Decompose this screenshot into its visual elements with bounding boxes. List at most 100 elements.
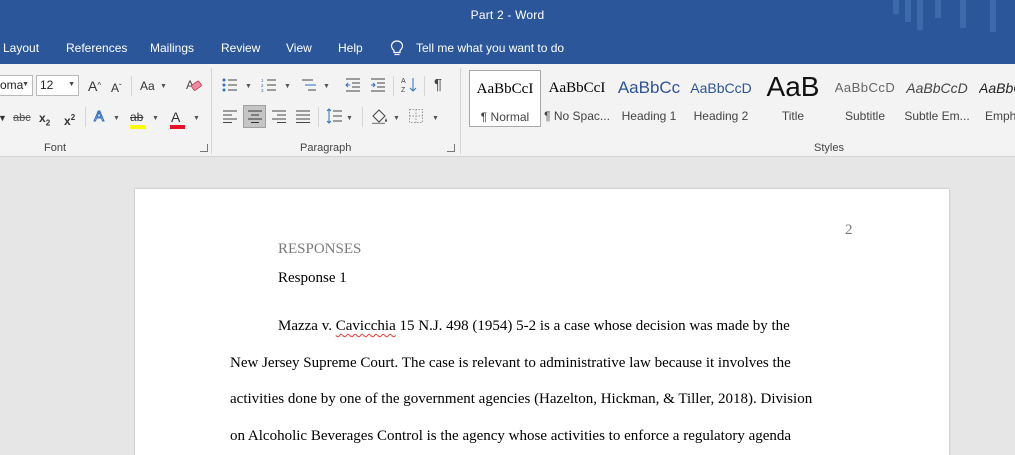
- multilevel-list-icon[interactable]: [301, 78, 317, 92]
- change-case-label: Aa: [140, 79, 155, 93]
- font-dialog-launcher[interactable]: [200, 144, 208, 152]
- chevron-down-icon[interactable]: ▼: [0, 110, 7, 126]
- title-bar: Part 2 - Word: [0, 0, 1015, 32]
- chevron-down-icon[interactable]: ▼: [160, 83, 167, 90]
- chevron-down-icon[interactable]: ▼: [284, 83, 291, 90]
- increase-indent-icon[interactable]: [370, 78, 386, 92]
- style-no-spacing-preview: AaBbCcI: [548, 80, 606, 96]
- paragraph-line: New Jersey Supreme Court. The case is re…: [230, 355, 791, 371]
- font-color-button[interactable]: A: [171, 109, 180, 125]
- document-page[interactable]: 2 RESPONSES Response 1 Mazza v. Cavicchi…: [135, 189, 949, 455]
- style-subtitle[interactable]: AaBbCcD Subtitle: [829, 70, 901, 127]
- style-no-spacing-name: ¶ No Spac...: [544, 109, 610, 123]
- separator: [362, 107, 363, 127]
- subscript-mark: 2: [45, 118, 51, 128]
- style-normal-name: ¶ Normal: [480, 110, 530, 124]
- document-heading: RESPONSES: [278, 241, 362, 257]
- text-effects-button[interactable]: A: [93, 108, 105, 125]
- chevron-down-icon[interactable]: ▼: [68, 81, 75, 88]
- justify-icon[interactable]: [296, 110, 310, 123]
- tab-mailings[interactable]: Mailings: [150, 41, 194, 55]
- style-heading-2-name: Heading 2: [693, 109, 749, 123]
- separator: [393, 76, 394, 96]
- superscript-label: x: [64, 114, 71, 128]
- chevron-down-icon[interactable]: ▼: [152, 115, 159, 122]
- style-title[interactable]: AaB Title: [757, 70, 829, 127]
- svg-text:3: 3: [261, 88, 264, 92]
- font-size-combo[interactable]: 12 ▼: [36, 75, 79, 96]
- subscript-button[interactable]: x2: [39, 110, 50, 131]
- sort-icon[interactable]: A Z: [401, 76, 417, 94]
- style-subtle-emphasis-preview: AaBbCcD: [906, 80, 968, 96]
- font-name-combo[interactable]: oma ▼: [0, 75, 33, 96]
- show-marks-button[interactable]: ¶: [434, 77, 442, 93]
- misspelled-word[interactable]: Cavicchia: [336, 318, 396, 334]
- chevron-down-icon[interactable]: ▼: [245, 83, 252, 90]
- chevron-down-icon[interactable]: ▼: [193, 115, 200, 122]
- tab-review[interactable]: Review: [221, 41, 260, 55]
- style-normal[interactable]: AaBbCcI ¶ Normal: [469, 70, 541, 127]
- strikethrough-button[interactable]: abc: [13, 110, 31, 126]
- style-subtitle-name: Subtitle: [844, 109, 886, 123]
- shading-icon[interactable]: [371, 108, 388, 124]
- align-right-icon[interactable]: [272, 110, 286, 123]
- align-center-icon: [248, 110, 262, 123]
- paragraph-dialog-launcher[interactable]: [447, 144, 455, 152]
- chevron-down-icon[interactable]: ▼: [346, 115, 353, 122]
- style-subtle-emphasis-name: Subtle Em...: [904, 109, 970, 123]
- line-spacing-icon[interactable]: [326, 108, 342, 124]
- paragraph-line: on Alcoholic Beverages Control is the ag…: [230, 428, 792, 444]
- font-size-value: 12: [40, 78, 54, 92]
- tell-me-box[interactable]: Tell me what you want to do: [390, 40, 564, 56]
- style-emphasis[interactable]: AaBbC Emph: [973, 70, 1015, 127]
- numbering-icon[interactable]: 1 2 3: [261, 78, 277, 92]
- paragraph-line: activities done by one of the government…: [230, 391, 813, 407]
- separator: [131, 76, 132, 96]
- grow-font-button[interactable]: A^: [88, 78, 101, 94]
- group-separator: [460, 68, 461, 154]
- chevron-down-icon[interactable]: ▼: [432, 115, 439, 122]
- svg-text:A: A: [401, 78, 406, 85]
- highlight-label: ab: [130, 110, 144, 124]
- clear-formatting-icon[interactable]: A: [185, 77, 203, 93]
- style-subtitle-preview: AaBbCcD: [834, 80, 896, 95]
- text-effects-label: A: [93, 108, 105, 125]
- subscript-label: x: [39, 111, 46, 125]
- align-center-button[interactable]: [243, 105, 266, 128]
- paragraph-group-label: Paragraph: [300, 142, 352, 154]
- tab-help[interactable]: Help: [338, 41, 363, 55]
- ribbon: oma ▼ 12 ▼ A^ Aˇ Aa ▼ A ▼ abc x2 x2 A ▼ …: [0, 64, 1015, 157]
- lightbulb-icon: [390, 40, 404, 56]
- style-heading-1[interactable]: AaBbCc Heading 1: [613, 70, 685, 127]
- tab-view[interactable]: View: [286, 41, 312, 55]
- chevron-down-icon[interactable]: ▼: [22, 81, 29, 88]
- highlight-button[interactable]: ab: [130, 109, 143, 125]
- chevron-down-icon[interactable]: ▼: [113, 115, 120, 122]
- decrease-indent-icon[interactable]: [345, 78, 361, 92]
- highlight-color-bar: [130, 125, 146, 129]
- chevron-down-icon[interactable]: ▼: [323, 83, 330, 90]
- group-separator: [211, 68, 212, 154]
- style-subtle-emphasis[interactable]: AaBbCcD Subtle Em...: [901, 70, 973, 127]
- style-normal-preview: AaBbCcI: [476, 81, 534, 97]
- svg-text:Z: Z: [401, 87, 406, 94]
- grow-font-label: A: [88, 78, 98, 94]
- align-left-icon[interactable]: [223, 110, 237, 123]
- superscript-button[interactable]: x2: [64, 110, 75, 129]
- change-case-button[interactable]: Aa: [140, 78, 155, 94]
- paragraph-text: Mazza v.: [278, 318, 336, 334]
- shrink-font-button[interactable]: Aˇ: [111, 80, 122, 96]
- bullets-icon[interactable]: [222, 78, 238, 92]
- separator: [85, 107, 86, 127]
- tab-layout[interactable]: Layout: [3, 41, 39, 55]
- document-subheading: Response 1: [278, 270, 347, 286]
- paragraph-line: Mazza v. Cavicchia 15 N.J. 498 (1954) 5-…: [278, 318, 790, 335]
- style-heading-2[interactable]: AaBbCcD Heading 2: [685, 70, 757, 127]
- borders-icon[interactable]: [409, 109, 423, 123]
- page-number: 2: [845, 222, 853, 238]
- chevron-down-icon[interactable]: ▼: [393, 115, 400, 122]
- tab-references[interactable]: References: [66, 41, 127, 55]
- style-no-spacing[interactable]: AaBbCcI ¶ No Spac...: [541, 70, 613, 127]
- tell-me-text: Tell me what you want to do: [416, 41, 565, 55]
- font-name-value: oma: [0, 78, 24, 92]
